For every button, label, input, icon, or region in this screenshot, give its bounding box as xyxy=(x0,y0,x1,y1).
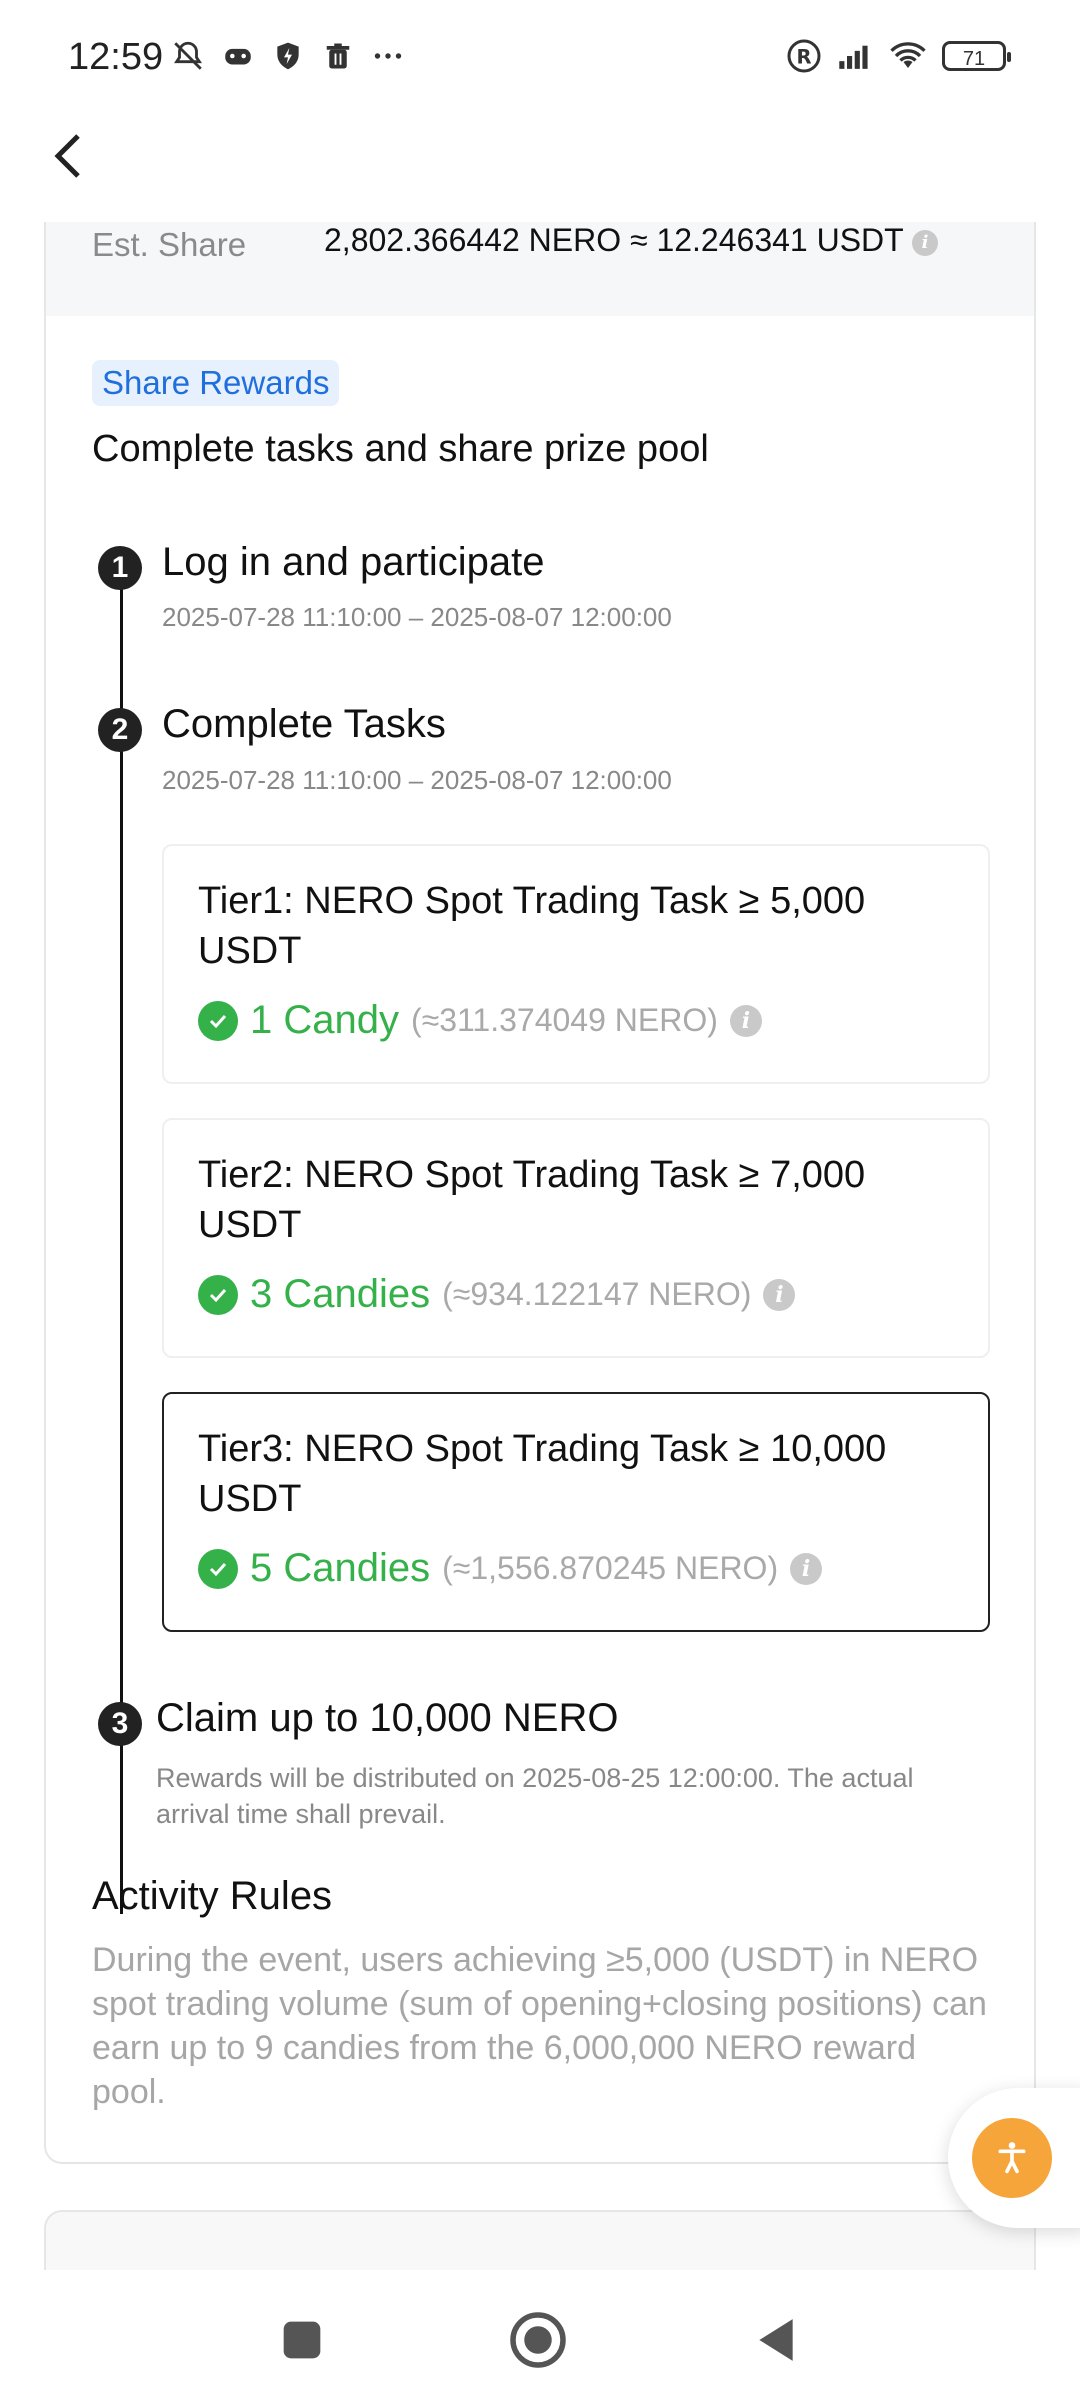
activity-rules-title: Activity Rules xyxy=(92,1874,333,1918)
status-time: 12:59 xyxy=(68,36,164,78)
accessibility-fab[interactable] xyxy=(948,2088,1080,2228)
nav-recents-button[interactable] xyxy=(272,2310,332,2370)
check-circle-icon xyxy=(198,1548,238,1589)
reward-amount: 3 Candies xyxy=(250,1272,431,1316)
tier-title: Tier3: NERO Spot Trading Task ≥ 10,000 U… xyxy=(198,1428,887,1520)
triangle-back-icon xyxy=(759,2319,793,2361)
tier-card-1[interactable]: Tier1: NERO Spot Trading Task ≥ 5,000 US… xyxy=(162,844,990,1084)
info-icon[interactable]: i xyxy=(729,1004,762,1037)
muted-bell-icon xyxy=(170,38,206,74)
est-share-label: Est. Share xyxy=(92,226,247,263)
tier-title: Tier2: NERO Spot Trading Task ≥ 7,000 US… xyxy=(198,1154,866,1246)
reward-approx: (≈1,556.870245 NERO) xyxy=(442,1550,779,1586)
signal-icon xyxy=(838,38,874,74)
check-circle-icon xyxy=(198,1000,238,1041)
info-icon[interactable]: i xyxy=(763,1278,796,1311)
home-circle-icon xyxy=(510,2312,566,2368)
wifi-icon xyxy=(890,38,926,74)
step-title-3: Claim up to 10,000 NERO xyxy=(156,1696,619,1740)
est-share-amount: 2,802.366442 NERO ≈ 12.246341 USDT xyxy=(324,222,904,258)
back-arrow-icon xyxy=(54,134,80,178)
trash-icon xyxy=(320,38,356,74)
nav-back-button[interactable] xyxy=(746,2310,806,2370)
svg-text:R: R xyxy=(796,46,811,69)
next-card xyxy=(44,2210,1036,2270)
status-bar: 12:59 R 71 xyxy=(0,0,1080,120)
step-number-2: 2 xyxy=(98,708,142,752)
more-dots-icon xyxy=(370,38,406,74)
reward-approx: (≈934.122147 NERO) xyxy=(442,1276,752,1312)
tier-card-2[interactable]: Tier2: NERO Spot Trading Task ≥ 7,000 US… xyxy=(162,1118,990,1358)
shield-icon xyxy=(270,38,306,74)
tier-reward: 5 Candies (≈1,556.870245 NERO) i xyxy=(198,1546,956,1591)
info-icon[interactable]: i xyxy=(912,229,939,256)
info-icon[interactable]: i xyxy=(790,1552,823,1585)
system-nav-bar xyxy=(0,2270,1080,2400)
status-system-icons: R 71 xyxy=(786,38,1011,74)
section-heading: Complete tasks and share prize pool xyxy=(92,428,709,470)
step-title-2: Complete Tasks xyxy=(162,702,446,746)
activity-rules-text: During the event, users achieving ≥5,000… xyxy=(92,1941,987,2111)
tier-reward: 1 Candy (≈311.374049 NERO) i xyxy=(198,998,956,1043)
reward-amount: 1 Candy xyxy=(250,998,399,1042)
tier-title: Tier1: NERO Spot Trading Task ≥ 5,000 US… xyxy=(198,880,866,972)
nav-home-button[interactable] xyxy=(508,2310,568,2370)
reward-approx: (≈311.374049 NERO) xyxy=(410,1002,718,1038)
reward-amount: 5 Candies xyxy=(250,1546,431,1590)
step-number-1: 1 xyxy=(98,546,142,590)
activity-card: Est. Share 2,802.366442 NERO ≈ 12.246341… xyxy=(44,222,1036,2164)
registered-icon: R xyxy=(786,38,822,74)
est-share-box: Est. Share 2,802.366442 NERO ≈ 12.246341… xyxy=(46,222,1034,316)
step-date-2: 2025-07-28 11:10:00 – 2025-08-07 12:00:0… xyxy=(162,765,672,795)
back-button[interactable] xyxy=(38,126,98,186)
check-circle-icon xyxy=(198,1274,238,1315)
battery-indicator: 71 xyxy=(942,41,1011,71)
accessibility-icon xyxy=(972,2118,1052,2198)
est-share-value: 2,802.366442 NERO ≈ 12.246341 USDT i xyxy=(324,222,939,259)
step-date-1: 2025-07-28 11:10:00 – 2025-08-07 12:00:0… xyxy=(162,602,672,632)
status-notification-icons xyxy=(170,38,406,74)
tier-reward: 3 Candies (≈934.122147 NERO) i xyxy=(198,1272,956,1317)
claim-description: Rewards will be distributed on 2025-08-2… xyxy=(156,1763,914,1829)
square-icon xyxy=(283,2321,321,2359)
step-title-1: Log in and participate xyxy=(162,540,545,584)
share-rewards-badge: Share Rewards xyxy=(92,360,340,406)
game-icon xyxy=(220,38,256,74)
step-number-3: 3 xyxy=(98,1702,142,1746)
tier-card-3[interactable]: Tier3: NERO Spot Trading Task ≥ 10,000 U… xyxy=(162,1392,990,1632)
